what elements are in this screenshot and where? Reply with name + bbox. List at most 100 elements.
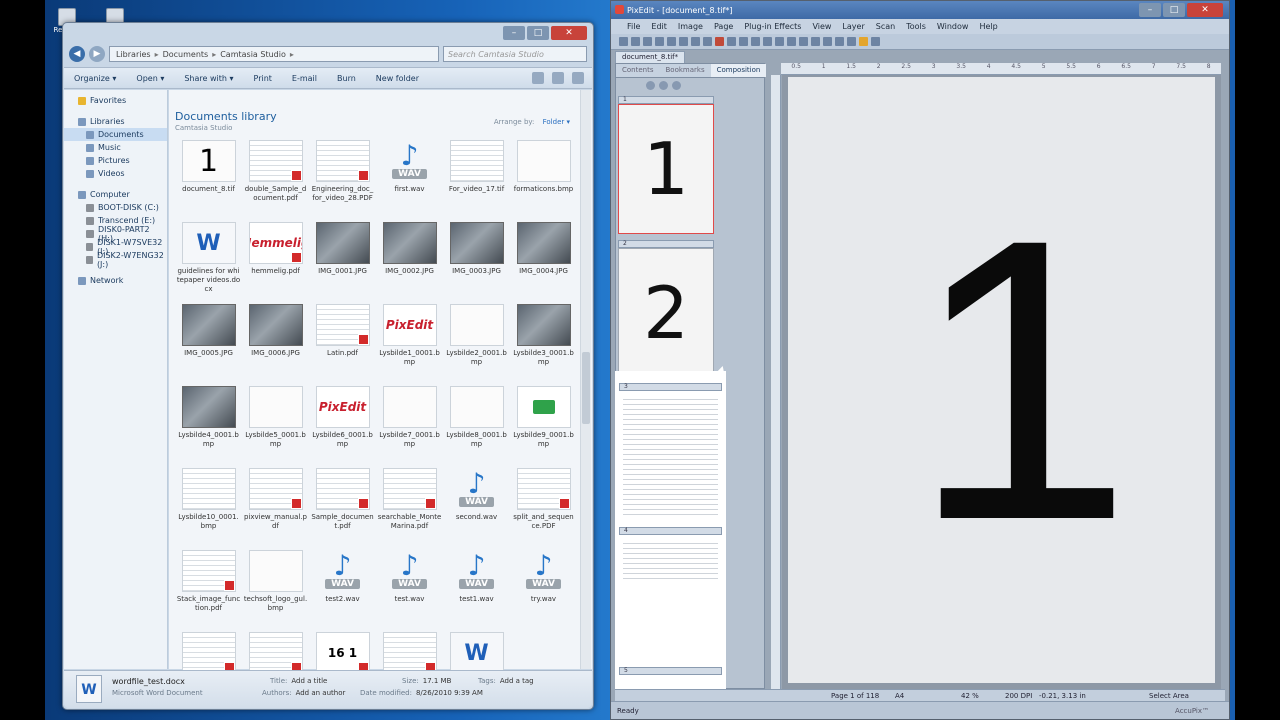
zoom-icon[interactable] bbox=[751, 37, 760, 46]
file-item[interactable]: IMG_0003.JPG bbox=[443, 220, 510, 302]
redo-icon[interactable] bbox=[739, 37, 748, 46]
menu-item-view[interactable]: View bbox=[812, 22, 831, 31]
details-title-value[interactable]: Add a title bbox=[291, 677, 327, 685]
arrange-dropdown[interactable]: Folder ▾ bbox=[543, 118, 570, 126]
nav-music[interactable]: Music bbox=[64, 141, 167, 154]
nav-drive-c[interactable]: BOOT-DISK (C:) bbox=[64, 201, 167, 214]
file-item[interactable]: PixEdit Lysbilde1_0001.bmp bbox=[376, 302, 443, 384]
open-button[interactable]: Open ▾ bbox=[136, 74, 164, 83]
file-item[interactable]: PixEdit Lysbilde6_0001.bmp bbox=[309, 384, 376, 466]
burn-button[interactable]: Burn bbox=[337, 74, 356, 83]
delete-icon[interactable] bbox=[715, 37, 724, 46]
file-item[interactable]: Lysbilde2_0001.bmp bbox=[443, 302, 510, 384]
share-with-button[interactable]: Share with ▾ bbox=[184, 74, 233, 83]
file-item[interactable]: double_Sample_document.pdf bbox=[242, 138, 309, 220]
tab-composition[interactable]: Composition bbox=[710, 64, 767, 77]
save-icon[interactable] bbox=[643, 37, 652, 46]
file-item[interactable]: ♪ WAV test2.wav bbox=[309, 548, 376, 630]
file-item[interactable]: Lysbilde5_0001.bmp bbox=[242, 384, 309, 466]
file-item[interactable]: IMG_0001.JPG bbox=[309, 220, 376, 302]
cut-icon[interactable] bbox=[679, 37, 688, 46]
details-tags-value[interactable]: Add a tag bbox=[500, 677, 534, 685]
preview-pane-icon[interactable] bbox=[552, 72, 564, 84]
file-item[interactable]: searchable_MonteMarina.pdf bbox=[376, 466, 443, 548]
rotate-icon[interactable] bbox=[763, 37, 772, 46]
file-item[interactable]: ♪ WAV test1.wav bbox=[443, 548, 510, 630]
text-icon[interactable] bbox=[871, 37, 880, 46]
close-button[interactable]: ✕ bbox=[551, 26, 587, 40]
file-item[interactable]: techsoft_logo_gul.bmp bbox=[242, 548, 309, 630]
scrollbar-thumb[interactable] bbox=[582, 352, 590, 424]
file-item[interactable]: Sample_document.pdf bbox=[309, 466, 376, 548]
new-icon[interactable] bbox=[619, 37, 628, 46]
organize-button[interactable]: Organize ▾ bbox=[74, 74, 116, 83]
file-item[interactable]: Stack_image_function.pdf bbox=[175, 548, 242, 630]
file-item[interactable]: Lysbilde4_0001.bmp bbox=[175, 384, 242, 466]
fill-icon[interactable] bbox=[847, 37, 856, 46]
menu-item-layer[interactable]: Layer bbox=[842, 22, 864, 31]
file-item[interactable]: formaticons.bmp bbox=[510, 138, 577, 220]
file-item[interactable]: ♪ WAV first.wav bbox=[376, 138, 443, 220]
file-item[interactable]: IMG_0004.JPG bbox=[510, 220, 577, 302]
file-item[interactable]: ♪ WAV try.wav bbox=[510, 548, 577, 630]
file-item[interactable]: Latin.pdf bbox=[309, 302, 376, 384]
file-item[interactable]: IMG_0002.JPG bbox=[376, 220, 443, 302]
vertical-scrollbar[interactable] bbox=[580, 90, 591, 669]
nav-computer[interactable]: Computer bbox=[64, 188, 167, 201]
close-button[interactable]: ✕ bbox=[1187, 3, 1223, 17]
file-item[interactable]: Lysbilde8_0001.bmp bbox=[443, 384, 510, 466]
menu-item-window[interactable]: Window bbox=[937, 22, 969, 31]
help-icon[interactable] bbox=[572, 72, 584, 84]
document-tab[interactable]: document_8.tif* bbox=[615, 51, 686, 63]
file-item[interactable]: Lysbilde10_0001.bmp bbox=[175, 466, 242, 548]
breadcrumb-documents[interactable]: Documents bbox=[163, 50, 209, 59]
breadcrumb-libraries[interactable]: Libraries bbox=[116, 50, 151, 59]
deskew-icon[interactable] bbox=[787, 37, 796, 46]
new-folder-button[interactable]: New folder bbox=[376, 74, 419, 83]
breadcrumb[interactable]: Libraries ▸ Documents ▸ Camtasia Studio … bbox=[109, 46, 439, 62]
file-item[interactable]: pixview_manual.pdf bbox=[242, 466, 309, 548]
minimize-button[interactable]: – bbox=[503, 26, 525, 40]
maximize-button[interactable]: □ bbox=[1163, 3, 1185, 17]
maximize-button[interactable]: □ bbox=[527, 26, 549, 40]
file-item[interactable]: Engineering_doc_for_video_28.PDF bbox=[309, 138, 376, 220]
zoom-out-icon[interactable] bbox=[659, 80, 668, 90]
highlight-icon[interactable] bbox=[859, 37, 868, 46]
copy-icon[interactable] bbox=[691, 37, 700, 46]
menu-item-help[interactable]: Help bbox=[979, 22, 997, 31]
back-button[interactable]: ◀ bbox=[69, 46, 85, 62]
file-item[interactable]: Lysbilde3_0001.bmp bbox=[510, 302, 577, 384]
print-icon[interactable] bbox=[655, 37, 664, 46]
file-item[interactable]: Hemmelig hemmelig.pdf bbox=[242, 220, 309, 302]
eraser-icon[interactable] bbox=[835, 37, 844, 46]
menu-item-scan[interactable]: Scan bbox=[876, 22, 895, 31]
change-view-icon[interactable] bbox=[532, 72, 544, 84]
print-button[interactable]: Print bbox=[254, 74, 272, 83]
nav-favorites[interactable]: Favorites bbox=[64, 94, 167, 107]
open-icon[interactable] bbox=[631, 37, 640, 46]
file-item[interactable]: ♪ WAV second.wav bbox=[443, 466, 510, 548]
nav-documents[interactable]: Documents bbox=[64, 128, 167, 141]
zoom-in-icon[interactable] bbox=[646, 80, 655, 90]
search-input[interactable]: Search Camtasia Studio bbox=[443, 46, 587, 62]
undo-icon[interactable] bbox=[727, 37, 736, 46]
tab-bookmarks[interactable]: Bookmarks bbox=[660, 64, 711, 77]
nav-libraries[interactable]: Libraries bbox=[64, 115, 167, 128]
page-thumbnail-2[interactable]: 2 bbox=[618, 248, 714, 378]
paste-icon[interactable] bbox=[703, 37, 712, 46]
file-item[interactable]: Wguidelines for whitepaper videos.docx bbox=[175, 220, 242, 302]
menu-item-tools[interactable]: Tools bbox=[906, 22, 926, 31]
page-thumbnail-4[interactable] bbox=[623, 539, 718, 579]
refresh-icon[interactable] bbox=[672, 80, 681, 90]
tab-contents[interactable]: Contents bbox=[616, 64, 660, 77]
menu-item-page[interactable]: Page bbox=[714, 22, 733, 31]
menu-item-plug-in-effects[interactable]: Plug-in Effects bbox=[744, 22, 801, 31]
dragged-pages-strip[interactable]: 3 4 5 bbox=[615, 371, 726, 698]
minimize-button[interactable]: – bbox=[1139, 3, 1161, 17]
file-item[interactable]: split_and_sequence.PDF bbox=[510, 466, 577, 548]
menu-item-file[interactable]: File bbox=[627, 22, 640, 31]
despeckle-icon[interactable] bbox=[799, 37, 808, 46]
menu-item-edit[interactable]: Edit bbox=[651, 22, 667, 31]
nav-videos[interactable]: Videos bbox=[64, 167, 167, 180]
pen-icon[interactable] bbox=[823, 37, 832, 46]
